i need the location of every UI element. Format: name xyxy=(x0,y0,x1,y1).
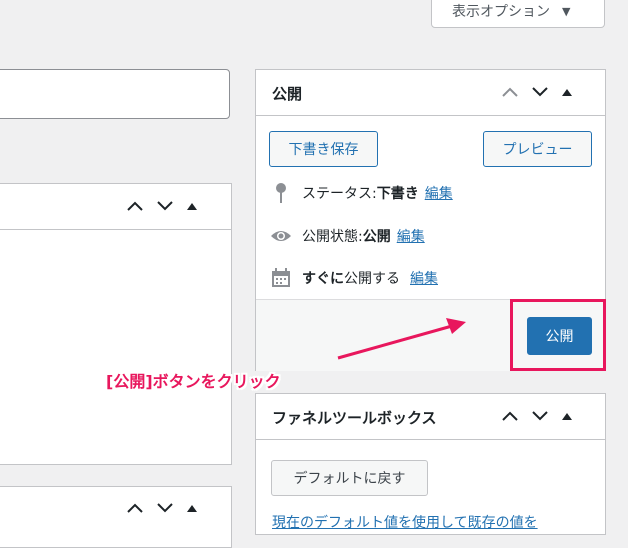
annotation-text: [公開]ボタンをクリック xyxy=(106,372,281,391)
annotation-arrowhead xyxy=(446,318,466,334)
annotation-arrow xyxy=(337,318,466,360)
annotation-arrow-line xyxy=(337,324,453,360)
